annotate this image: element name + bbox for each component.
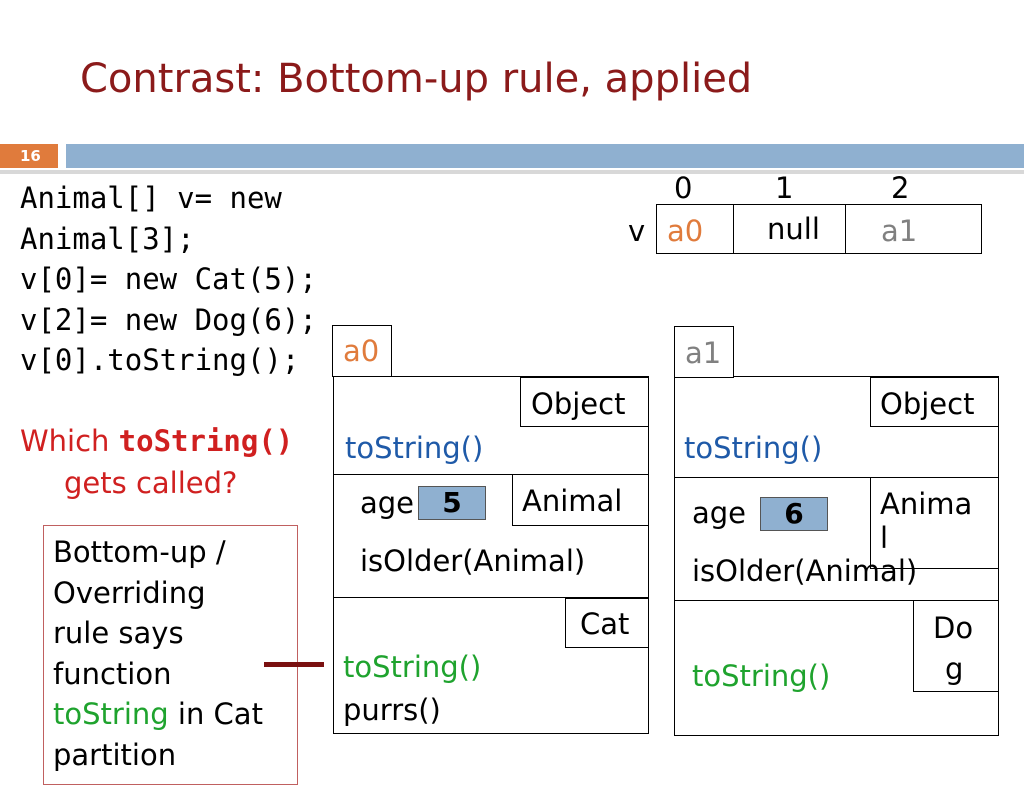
slide-title: Contrast: Bottom-up rule, applied xyxy=(80,56,753,102)
note-line: rule says xyxy=(53,616,184,650)
rule-note-text: Bottom-up / Overriding rule says functio… xyxy=(53,532,293,775)
question-method: toString() xyxy=(118,424,294,458)
code-line: v[0].toString(); xyxy=(20,343,300,377)
note-line: toString in Cat xyxy=(53,694,293,735)
dog-object-method: toString() xyxy=(684,431,823,465)
array-index: 0 xyxy=(674,171,693,205)
title-bar xyxy=(66,144,1024,168)
note-rest: in Cat xyxy=(168,697,263,731)
pointer-line xyxy=(264,662,324,667)
array-cell-value: null xyxy=(767,212,820,246)
dog-age-value: 6 xyxy=(760,497,828,531)
note-line: Bottom-up / xyxy=(53,535,226,569)
code-line: Animal[3]; xyxy=(20,221,195,256)
dog-label: g xyxy=(945,652,964,686)
note-method: toString xyxy=(53,697,169,731)
array-index: 2 xyxy=(891,171,910,205)
cat-animal-label: Animal xyxy=(522,484,623,518)
cat-age-value: 5 xyxy=(418,486,486,520)
note-line: Overriding xyxy=(53,575,206,610)
question-line-1: Which toString() xyxy=(20,424,293,458)
code-line: v[0]= new Cat(5); xyxy=(20,262,317,296)
array-var-name: v xyxy=(628,214,646,248)
dog-animal-label: l xyxy=(880,521,889,555)
cat-label: Cat xyxy=(580,607,630,641)
cat-age-field: age xyxy=(360,486,415,520)
dog-animal-label: Anima xyxy=(880,487,973,521)
array-index: 1 xyxy=(775,171,794,205)
title-bar-shadow xyxy=(0,170,1024,174)
dog-object-label: Object xyxy=(880,387,975,421)
cat-method: purrs() xyxy=(343,693,441,727)
code-line: Animal[] v= new xyxy=(20,181,282,215)
code-line: v[2]= new Dog(6); xyxy=(20,302,317,337)
dog-age-field: age xyxy=(692,496,747,530)
array-cell-value: a0 xyxy=(667,214,704,248)
cat-method: toString() xyxy=(343,650,482,684)
dog-label: Do xyxy=(933,611,974,645)
slide-number: 16 xyxy=(0,144,58,168)
cat-object-name: a0 xyxy=(343,334,380,368)
question-prefix: Which xyxy=(20,424,119,458)
question-line-2: gets called? xyxy=(64,466,238,500)
dog-method: toString() xyxy=(692,659,831,693)
note-line: partition xyxy=(53,737,177,772)
dog-animal-method: isOlder(Animal) xyxy=(692,554,918,588)
code-block: Animal[] v= new Animal[3]; v[0]= new Cat(5… xyxy=(20,178,317,381)
dog-object-name: a1 xyxy=(685,336,722,370)
array-cell-value: a1 xyxy=(881,214,918,248)
note-line: function xyxy=(53,656,172,691)
cat-object-method: toString() xyxy=(345,431,484,465)
cat-object-label: Object xyxy=(531,387,626,421)
cat-animal-method: isOlder(Animal) xyxy=(360,544,586,578)
